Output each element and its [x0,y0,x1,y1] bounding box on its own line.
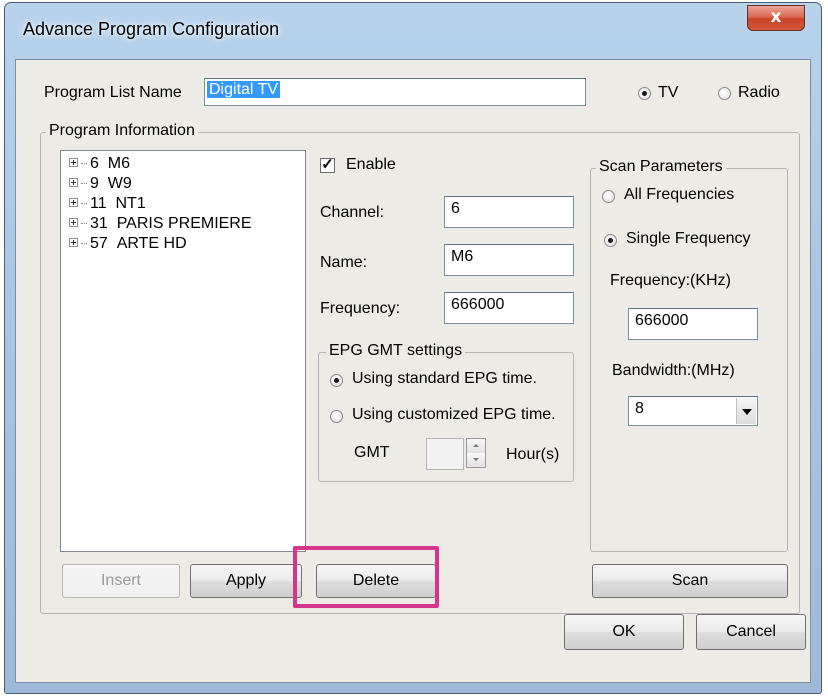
program-information-legend: Program Information [46,122,198,140]
tree-item-m6[interactable]: 6 M6 [69,155,130,175]
apply-button[interactable]: Apply [190,564,302,598]
scan-frequency-label: Frequency:(KHz) [610,272,731,289]
program-list-name-label: Program List Name [44,84,182,101]
expand-icon[interactable] [69,218,78,228]
standard-epg-label[interactable]: Using standard EPG time. [352,370,537,388]
name-input[interactable]: M6 [444,244,574,276]
channel-name: PARIS PREMIERE [116,215,252,232]
expand-icon[interactable] [69,178,78,188]
bandwidth-label: Bandwidth:(MHz) [612,362,735,379]
enable-label[interactable]: Enable [346,156,396,174]
standard-epg-radio-button[interactable] [330,374,343,387]
close-button[interactable]: x [747,5,805,31]
bandwidth-value: 8 [635,400,644,417]
channel-number: 57 [90,235,108,252]
cancel-button[interactable]: Cancel [696,614,806,650]
custom-epg-label[interactable]: Using customized EPG time. [352,406,556,424]
tv-radio-label[interactable]: TV [658,84,678,102]
channel-input[interactable]: 6 [444,196,574,228]
epg-gmt-legend: EPG GMT settings [326,342,466,360]
radio-radio-button[interactable] [718,87,731,100]
enable-checkbox[interactable]: ✓ [320,157,335,173]
spin-up-icon[interactable] [467,439,485,453]
channel-tree[interactable]: 6 M6 9 W9 11 NT1 31 PARIS PREMIERE 57 AR… [60,150,306,552]
frequency-label: Frequency: [320,300,401,317]
scan-parameters-legend: Scan Parameters [596,158,726,176]
window-title: Advance Program Configuration [23,19,280,39]
gmt-spinner[interactable] [466,438,486,468]
chevron-down-icon[interactable] [736,398,756,424]
channel-number: 9 [90,175,99,192]
bandwidth-select[interactable]: 8 [628,396,758,426]
tree-connector [81,243,87,245]
program-list-name-value: Digital TV [207,81,281,98]
tree-connector [81,223,87,225]
channel-name: NT1 [115,195,146,212]
tree-item-arte-hd[interactable]: 57 ARTE HD [69,235,187,255]
channel-label: Channel: [320,204,385,221]
title-bar[interactable]: Advance Program Configuration x [5,3,821,59]
delete-highlight-annotation [293,546,439,608]
scan-button[interactable]: Scan [592,564,788,598]
tree-connector [81,163,87,165]
channel-number: 6 [90,155,99,172]
frequency-input[interactable]: 666000 [444,292,574,324]
all-frequencies-radio-button[interactable] [602,190,615,203]
single-frequency-radio-button[interactable] [604,234,617,247]
tree-item-nt1[interactable]: 11 NT1 [69,195,146,215]
tree-connector [81,203,87,205]
channel-name: M6 [107,155,131,172]
scan-frequency-input[interactable]: 666000 [628,308,758,340]
tv-radio-button[interactable] [638,87,651,100]
channel-name: ARTE HD [116,235,187,252]
channel-number: 11 [90,195,107,212]
name-label: Name: [320,254,368,271]
scan-parameters-group [590,168,788,552]
spin-down-icon[interactable] [467,453,485,467]
ok-button[interactable]: OK [564,614,684,650]
expand-icon[interactable] [69,238,78,248]
tree-item-paris-premiere[interactable]: 31 PARIS PREMIERE [69,215,252,235]
close-icon: x [770,7,782,27]
insert-button[interactable]: Insert [62,564,180,598]
single-frequency-label[interactable]: Single Frequency [626,230,751,248]
expand-icon[interactable] [69,158,78,168]
channel-number: 31 [90,215,108,232]
channel-name: W9 [107,175,132,192]
tree-item-w9[interactable]: 9 W9 [69,175,132,195]
custom-epg-radio-button[interactable] [330,410,343,423]
radio-radio-label[interactable]: Radio [738,84,780,102]
expand-icon[interactable] [69,198,78,208]
hours-label: Hour(s) [506,446,560,463]
gmt-label: GMT [354,444,390,461]
tree-connector [81,183,87,185]
program-list-name-input[interactable]: Digital TV [204,78,586,106]
all-frequencies-label[interactable]: All Frequencies [624,186,734,204]
gmt-input[interactable] [426,438,464,470]
